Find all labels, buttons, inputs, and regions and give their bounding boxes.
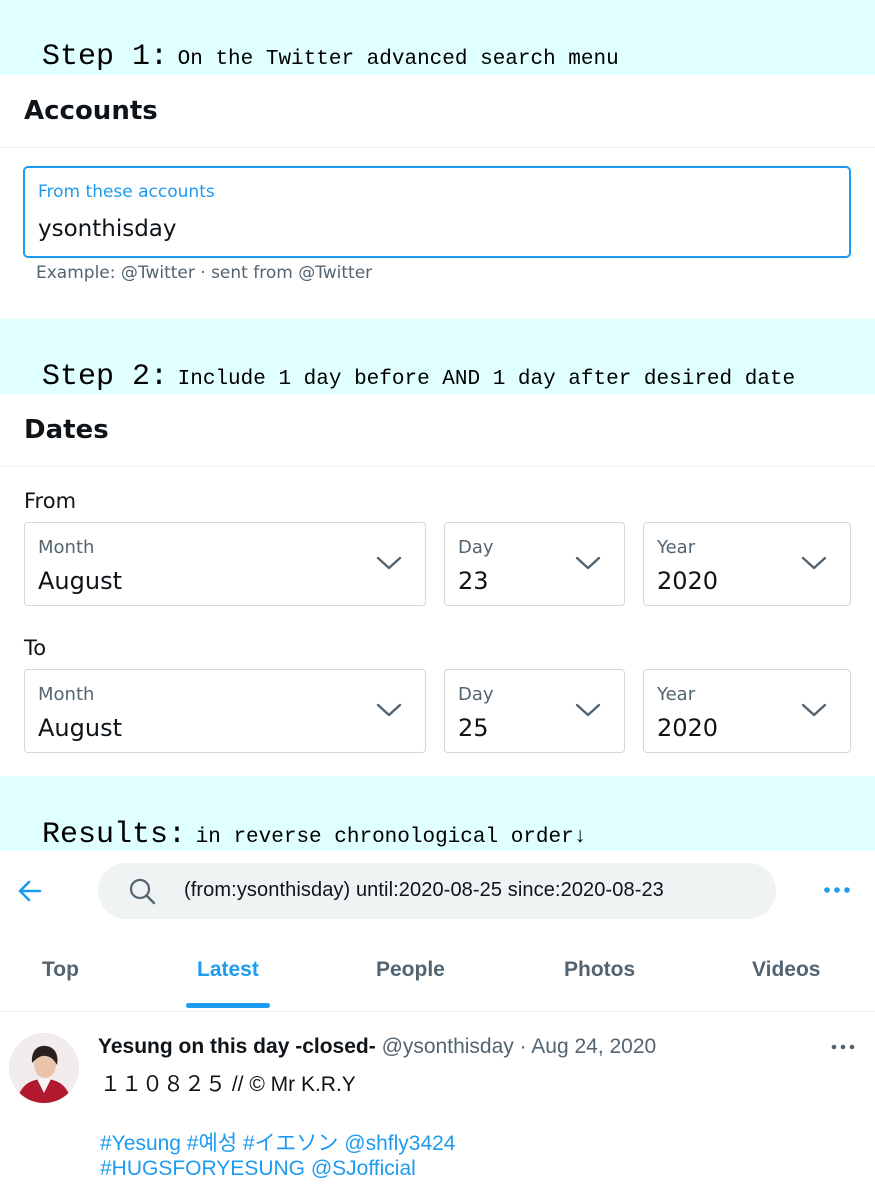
to-date-label: To bbox=[24, 636, 47, 660]
tab-latest[interactable]: Latest bbox=[197, 958, 259, 982]
to-year-select[interactable]: Year 2020 bbox=[643, 669, 851, 753]
results-text: in reverse chronological order↓ bbox=[195, 826, 587, 849]
accounts-help-text: Example: @Twitter · sent from @Twitter bbox=[36, 263, 373, 283]
chevron-down-icon bbox=[376, 703, 402, 717]
chevron-down-icon bbox=[801, 556, 827, 570]
to-month-label: Month bbox=[38, 684, 95, 705]
from-year-value: 2020 bbox=[657, 567, 719, 595]
tweet-author-name[interactable]: Yesung on this day -closed- bbox=[98, 1035, 376, 1058]
from-month-value: August bbox=[38, 567, 122, 595]
from-day-label: Day bbox=[458, 537, 494, 558]
to-day-value: 25 bbox=[458, 714, 489, 742]
step1-title: Step 1: On the Twitter advanced search m… bbox=[42, 40, 619, 74]
search-query[interactable]: (from:ysonthisday) until:2020-08-25 sinc… bbox=[184, 879, 664, 902]
tweet-hashtags-line[interactable]: #Yesung #예성 #イエソン @shfly3424 bbox=[100, 1127, 455, 1157]
from-year-label: Year bbox=[657, 537, 696, 558]
from-year-select[interactable]: Year 2020 bbox=[643, 522, 851, 606]
tab-videos[interactable]: Videos bbox=[752, 958, 820, 982]
tweet-hashtags-line2[interactable]: #HUGSFORYESUNG @SJofficial bbox=[100, 1157, 416, 1181]
from-day-value: 23 bbox=[458, 567, 489, 595]
tab-photos[interactable]: Photos bbox=[564, 958, 635, 982]
dates-divider bbox=[0, 466, 875, 467]
step2-text: Include 1 day before AND 1 day after des… bbox=[177, 368, 796, 391]
tabs-divider bbox=[0, 1011, 875, 1012]
dates-heading: Dates bbox=[24, 415, 109, 445]
from-accounts-label: From these accounts bbox=[38, 182, 215, 202]
step2-label: Step 2: bbox=[42, 360, 169, 394]
from-month-label: Month bbox=[38, 537, 95, 558]
results-title: Results: in reverse chronological order↓ bbox=[42, 818, 586, 852]
from-day-select[interactable]: Day 23 bbox=[444, 522, 625, 606]
to-year-label: Year bbox=[657, 684, 696, 705]
step1-text: On the Twitter advanced search menu bbox=[177, 48, 619, 71]
tweet-text-line1: １１０８２５ // © Mr K.R.Y bbox=[100, 1073, 356, 1096]
avatar-image bbox=[9, 1033, 79, 1103]
back-arrow-icon[interactable] bbox=[16, 877, 44, 905]
to-month-select[interactable]: Month August bbox=[24, 669, 426, 753]
to-month-value: August bbox=[38, 714, 122, 742]
active-tab-indicator bbox=[186, 1003, 270, 1008]
step1-label: Step 1: bbox=[42, 40, 169, 74]
tweet-header: Yesung on this day -closed- @ysonthisday… bbox=[98, 1035, 656, 1059]
tab-top[interactable]: Top bbox=[42, 958, 79, 982]
chevron-down-icon bbox=[575, 556, 601, 570]
chevron-down-icon bbox=[575, 703, 601, 717]
to-day-select[interactable]: Day 25 bbox=[444, 669, 625, 753]
search-icon bbox=[129, 878, 156, 905]
to-year-value: 2020 bbox=[657, 714, 719, 742]
search-bar[interactable]: (from:ysonthisday) until:2020-08-25 sinc… bbox=[98, 863, 776, 919]
more-icon[interactable] bbox=[822, 880, 852, 900]
step2-title: Step 2: Include 1 day before AND 1 day a… bbox=[42, 360, 795, 394]
results-label: Results: bbox=[42, 818, 187, 852]
tweet-meta[interactable]: @ysonthisday · Aug 24, 2020 bbox=[382, 1035, 657, 1058]
to-day-label: Day bbox=[458, 684, 494, 705]
chevron-down-icon bbox=[376, 556, 402, 570]
from-accounts-input[interactable]: From these accounts ysonthisday bbox=[23, 166, 851, 258]
from-month-select[interactable]: Month August bbox=[24, 522, 426, 606]
tweet-more-icon[interactable] bbox=[830, 1040, 856, 1054]
from-date-label: From bbox=[24, 489, 77, 513]
avatar[interactable] bbox=[9, 1033, 79, 1103]
tab-people[interactable]: People bbox=[376, 958, 445, 982]
from-accounts-value[interactable]: ysonthisday bbox=[38, 216, 177, 242]
chevron-down-icon bbox=[801, 703, 827, 717]
accounts-divider bbox=[0, 147, 875, 148]
accounts-heading: Accounts bbox=[24, 96, 158, 126]
